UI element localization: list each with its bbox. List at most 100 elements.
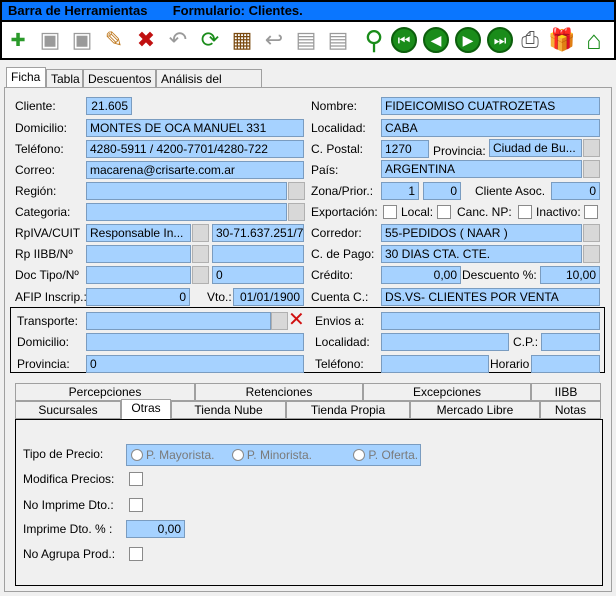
cuenta-label: Cuenta C.: bbox=[311, 290, 369, 304]
subtab-tienda-propia[interactable]: Tienda Propia bbox=[286, 401, 410, 419]
transporte-telefono-label: Teléfono: bbox=[315, 357, 364, 371]
nombre-field[interactable]: FIDEICOMISO CUATROZETAS bbox=[381, 97, 600, 115]
subtab-mercado-libre[interactable]: Mercado Libre bbox=[410, 401, 540, 419]
next-icon[interactable]: ▶ bbox=[454, 25, 482, 55]
vto-field[interactable]: 01/01/1900 bbox=[233, 288, 304, 306]
zona-field[interactable]: 1 bbox=[381, 182, 419, 200]
grid-icon[interactable]: ▤ bbox=[292, 25, 320, 55]
radio-mayorista[interactable]: P. Mayorista. bbox=[131, 448, 214, 462]
correo-field[interactable]: macarena@crisarte.com.ar bbox=[86, 161, 304, 179]
subtab-excepciones[interactable]: Excepciones bbox=[363, 383, 531, 401]
film-icon[interactable]: ▦ bbox=[228, 25, 256, 55]
last-icon[interactable]: ⏭ bbox=[486, 25, 514, 55]
add-icon[interactable]: ✚ bbox=[4, 25, 32, 55]
region-select[interactable] bbox=[86, 182, 287, 200]
exportacion-checkbox[interactable] bbox=[383, 205, 397, 219]
undo-icon[interactable]: ↶ bbox=[164, 25, 192, 55]
cliente-asoc-field[interactable]: 0 bbox=[551, 182, 600, 200]
transporte-dropdown-button[interactable] bbox=[271, 312, 288, 330]
modifica-precios-checkbox[interactable] bbox=[129, 472, 143, 486]
subtab-sucursales[interactable]: Sucursales bbox=[15, 401, 121, 419]
subtab-iibb[interactable]: IIBB bbox=[531, 383, 601, 401]
descuento-field[interactable]: 10,00 bbox=[540, 266, 600, 284]
doc-nro-field[interactable]: 0 bbox=[212, 266, 304, 284]
pais-select[interactable]: ARGENTINA bbox=[381, 160, 582, 178]
subtab-tienda-nube[interactable]: Tienda Nube bbox=[171, 401, 286, 419]
transporte-provincia-field[interactable]: 0 bbox=[86, 355, 304, 373]
first-icon[interactable]: ⏮ bbox=[390, 25, 418, 55]
clear-transporte-icon[interactable]: ✕ bbox=[288, 310, 305, 330]
prior-field[interactable]: 0 bbox=[423, 182, 461, 200]
localidad-field[interactable]: CABA bbox=[381, 119, 600, 137]
tab-ficha[interactable]: Ficha bbox=[6, 67, 46, 89]
inactivo-label: Inactivo: bbox=[536, 205, 581, 219]
local-checkbox[interactable] bbox=[437, 205, 451, 219]
corredor-dropdown-button[interactable] bbox=[583, 224, 600, 242]
subtab-otras[interactable]: Otras bbox=[121, 399, 171, 419]
tab-descuentos[interactable]: Descuentos bbox=[83, 69, 156, 89]
inactivo-checkbox[interactable] bbox=[584, 205, 598, 219]
save-icon[interactable]: ▣ bbox=[36, 25, 64, 55]
pais-dropdown-button[interactable] bbox=[583, 160, 600, 178]
subtab-retenciones[interactable]: Retenciones bbox=[195, 383, 363, 401]
horario-field[interactable] bbox=[531, 355, 600, 373]
afip-field[interactable]: 0 bbox=[86, 288, 190, 306]
imprime-dto-pct-field[interactable]: 0,00 bbox=[126, 520, 185, 538]
domicilio-label: Domicilio: bbox=[15, 121, 68, 135]
rpiva-select[interactable]: Responsable In... bbox=[86, 224, 191, 242]
radio-minorista[interactable]: P. Minorista. bbox=[231, 448, 312, 462]
credito-label: Crédito: bbox=[311, 268, 354, 282]
tab-analisis-cliente[interactable]: Análisis del Cliente bbox=[156, 69, 262, 105]
gift-icon[interactable]: 🎁 bbox=[548, 25, 576, 55]
edit-icon[interactable]: ✎ bbox=[100, 25, 128, 55]
cpago-dropdown-button[interactable] bbox=[583, 245, 600, 263]
cuenta-field[interactable]: DS.VS- CLIENTES POR VENTA bbox=[381, 288, 600, 306]
window-title: Barra de Herramientas Formulario: Client… bbox=[8, 3, 303, 18]
prev-icon[interactable]: ◀ bbox=[422, 25, 450, 55]
descuento-label: Descuento %: bbox=[462, 268, 537, 282]
domicilio-field[interactable]: MONTES DE OCA MANUEL 331 bbox=[86, 119, 304, 137]
region-dropdown-button[interactable] bbox=[288, 182, 305, 200]
subtab-notas[interactable]: Notas bbox=[540, 401, 601, 419]
rpiva-dropdown-button[interactable] bbox=[192, 224, 209, 242]
envios-field[interactable] bbox=[381, 312, 600, 330]
doc-tipo-select[interactable] bbox=[86, 266, 191, 284]
home-icon[interactable]: ⌂ bbox=[580, 25, 608, 55]
categoria-dropdown-button[interactable] bbox=[288, 203, 305, 221]
no-agrupa-prod-checkbox[interactable] bbox=[129, 547, 143, 561]
doc-tipo-label: Doc Tipo/Nº bbox=[15, 268, 79, 282]
cliente-field[interactable]: 21.605 bbox=[86, 97, 132, 115]
iibb-nro-field[interactable] bbox=[212, 245, 304, 263]
no-imprime-dto-checkbox[interactable] bbox=[129, 498, 143, 512]
transporte-telefono-field[interactable] bbox=[381, 355, 489, 373]
refresh-icon[interactable]: ⟳ bbox=[196, 25, 224, 55]
provincia-dropdown-button[interactable] bbox=[583, 139, 600, 157]
delete-icon[interactable]: ✖ bbox=[132, 25, 160, 55]
transporte-select[interactable] bbox=[86, 312, 271, 330]
grid-icon-2[interactable]: ▤ bbox=[324, 25, 352, 55]
canc-np-checkbox[interactable] bbox=[518, 205, 532, 219]
rp-iibb-select[interactable] bbox=[86, 245, 191, 263]
tab-tabla[interactable]: Tabla bbox=[46, 69, 83, 89]
search-icon[interactable]: ⚲ bbox=[360, 25, 388, 55]
cp-field[interactable] bbox=[541, 333, 600, 351]
categoria-select[interactable] bbox=[86, 203, 287, 221]
transporte-domicilio-label: Domicilio: bbox=[17, 335, 70, 349]
cpago-select[interactable]: 30 DIAS CTA. CTE. bbox=[381, 245, 582, 263]
back-arrow-icon[interactable]: ↩ bbox=[260, 25, 288, 55]
transporte-localidad-field[interactable] bbox=[381, 333, 509, 351]
credito-field[interactable]: 0,00 bbox=[381, 266, 461, 284]
horario-label: Horario bbox=[490, 357, 530, 371]
save-disabled-icon[interactable]: ▣ bbox=[68, 25, 96, 55]
telefono-field[interactable]: 4280-5911 / 4200-7701/4280-722 bbox=[86, 140, 304, 158]
provincia-select[interactable]: Ciudad de Bu... bbox=[489, 139, 582, 157]
printer-icon[interactable]: ⎙ bbox=[516, 25, 544, 55]
doc-tipo-dropdown-button[interactable] bbox=[192, 266, 209, 284]
afip-label: AFIP Inscrip.: bbox=[15, 290, 87, 304]
cpostal-field[interactable]: 1270 bbox=[381, 140, 429, 158]
radio-oferta[interactable]: P. Oferta. bbox=[353, 448, 418, 462]
cuit-field[interactable]: 30-71.637.251/7 bbox=[212, 224, 304, 242]
transporte-domicilio-field[interactable] bbox=[86, 333, 304, 351]
rp-iibb-dropdown-button[interactable] bbox=[192, 245, 209, 263]
corredor-select[interactable]: 55-PEDIDOS ( NAAR ) bbox=[381, 224, 582, 242]
